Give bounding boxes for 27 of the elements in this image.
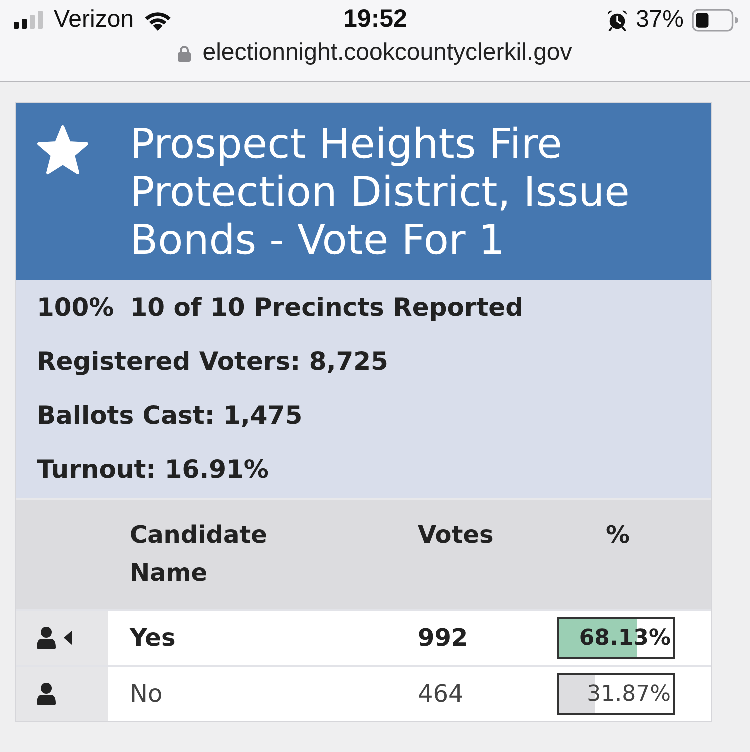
battery-icon	[692, 8, 738, 32]
contest-title: Prospect Heights Fire Protection District, Issue Bonds - Vote For 1	[130, 120, 631, 264]
precincts-percent: 100%	[37, 292, 114, 324]
vote-count: 992	[418, 623, 470, 654]
star-icon	[36, 125, 90, 177]
address-url[interactable]: electionnight.cookcountyclerkil.gov	[202, 35, 572, 71]
contest-stat: Registered Voters: 8,725	[37, 346, 388, 378]
vote-count: 464	[418, 679, 465, 710]
column-header: Candidate Name	[130, 520, 268, 589]
percent-value: 31.87%	[587, 680, 671, 708]
person-icon	[37, 683, 56, 705]
alarm-clock-icon	[606, 10, 628, 30]
signal-icon	[13, 11, 45, 29]
lock-icon	[178, 44, 191, 62]
contest-stat: Ballots Cast: 1,475	[37, 400, 303, 432]
carrier-name: Verizon	[54, 5, 134, 35]
wifi-icon	[143, 10, 174, 30]
candidate-name: Yes	[130, 623, 177, 654]
caret-left-icon	[64, 631, 72, 645]
battery-percent: 37%	[636, 5, 684, 35]
column-header: Votes	[418, 520, 495, 551]
column-header: %	[604, 520, 632, 551]
candidate-name: No	[130, 679, 164, 710]
contest-stat: Turnout: 16.91%	[37, 454, 269, 486]
person-icon	[37, 627, 56, 649]
precincts-reported: 10 of 10 Precincts Reported	[130, 292, 524, 324]
clock-time: 19:52	[344, 4, 408, 36]
